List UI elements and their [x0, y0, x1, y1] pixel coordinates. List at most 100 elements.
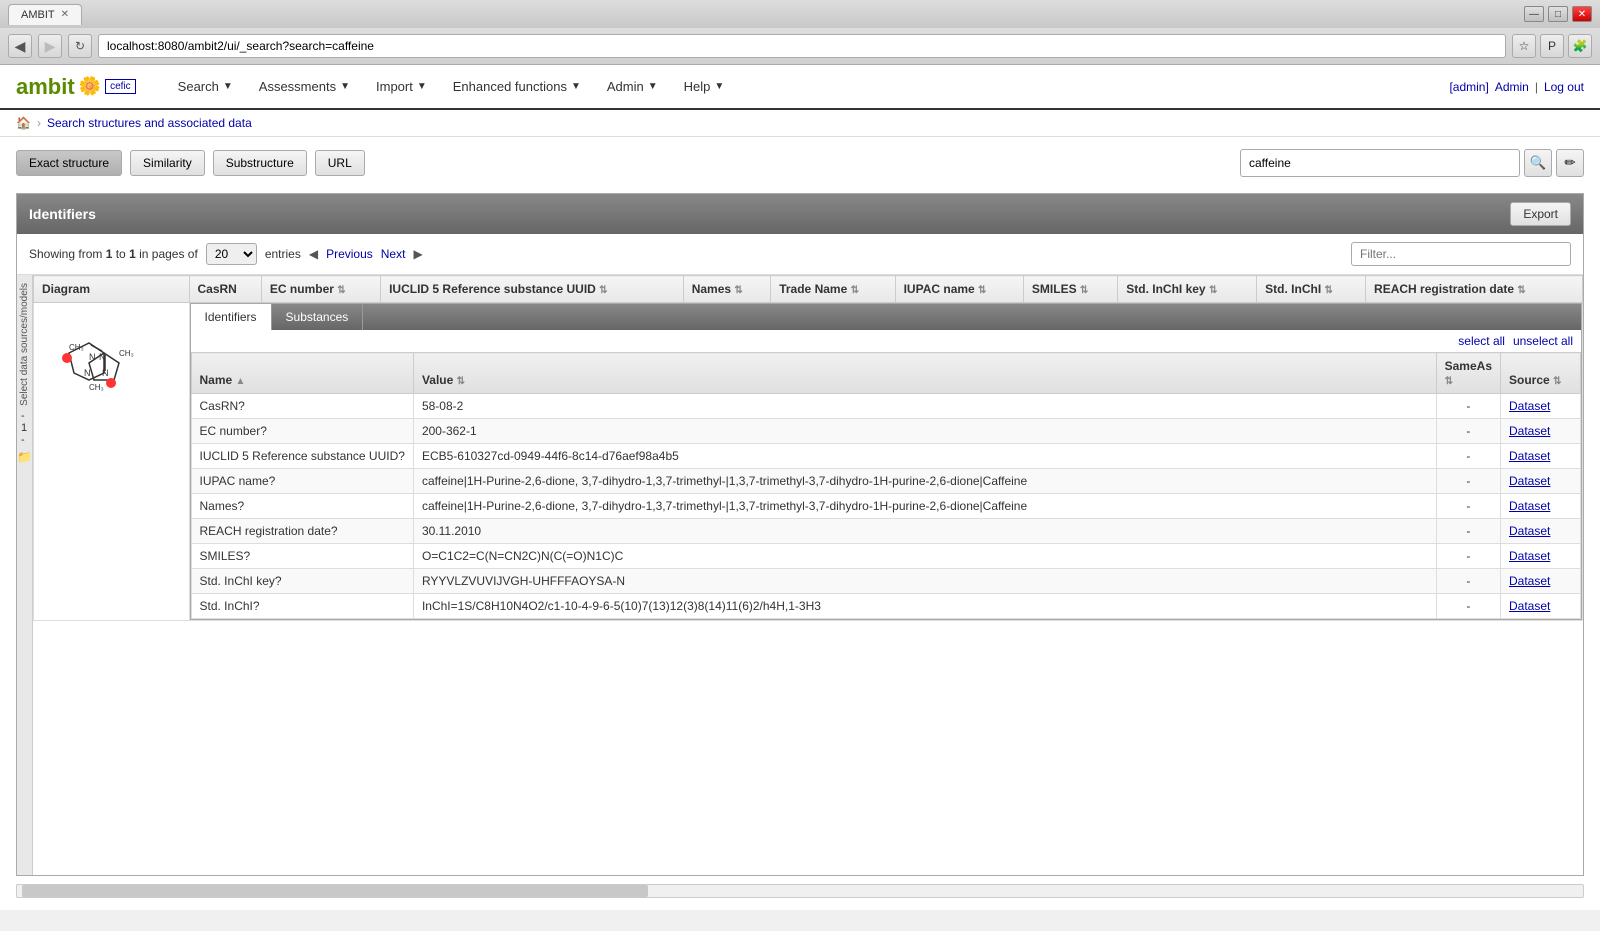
export-button[interactable]: Export [1510, 202, 1571, 226]
source-link[interactable]: Dataset [1509, 549, 1550, 563]
minimize-button[interactable]: — [1524, 6, 1544, 22]
filter-input[interactable] [1351, 242, 1571, 266]
inner-cell-name: SMILES? [191, 544, 413, 569]
nav-search[interactable]: Search ▼ [166, 73, 245, 100]
inner-table-row: CasRN?58-08-2-Dataset [191, 394, 1581, 419]
nav-import-label: Import [376, 79, 413, 94]
similarity-button[interactable]: Similarity [130, 150, 205, 176]
browser-titlebar: AMBIT ✕ — □ ✕ [0, 0, 1600, 28]
inner-cell-value: 30.11.2010 [413, 519, 1436, 544]
svg-text:CH₃: CH₃ [69, 343, 84, 352]
back-button[interactable]: ◀ [8, 34, 32, 58]
inner-cell-source: Dataset [1501, 469, 1581, 494]
exact-structure-button[interactable]: Exact structure [16, 150, 122, 176]
bracket-admin-link[interactable]: [admin] [1449, 80, 1488, 94]
source-link[interactable]: Dataset [1509, 399, 1550, 413]
inner-cell-source: Dataset [1501, 494, 1581, 519]
inner-cell-value: O=C1C2=C(N=CN2C)N(C(=O)N1C)C [413, 544, 1436, 569]
url-button[interactable]: URL [315, 150, 365, 176]
inner-col-sameas: SameAs ⇅ [1436, 353, 1500, 394]
substructure-button[interactable]: Substructure [213, 150, 307, 176]
close-button[interactable]: ✕ [1572, 6, 1592, 22]
col-diagram: Diagram [34, 276, 190, 303]
sidebar-label[interactable]: Select data sources/models [19, 283, 30, 406]
inner-cell-sameas: - [1436, 519, 1500, 544]
next-arrow-icon: ▶ [413, 247, 422, 261]
source-link[interactable]: Dataset [1509, 424, 1550, 438]
window-controls: — □ ✕ [1524, 6, 1592, 22]
browser-tab[interactable]: AMBIT ✕ [8, 4, 82, 25]
col-iuclid: IUCLID 5 Reference substance UUID ⇅ [381, 276, 684, 303]
inner-cell-source: Dataset [1501, 394, 1581, 419]
nav-import[interactable]: Import ▼ [364, 73, 439, 100]
tab-close-icon[interactable]: ✕ [61, 9, 69, 20]
nav-import-arrow: ▼ [417, 81, 427, 92]
extensions-icon[interactable]: 🧩 [1568, 34, 1592, 58]
refresh-button[interactable]: ↻ [68, 34, 92, 58]
tab-substances[interactable]: Substances [272, 304, 364, 330]
inner-table-scroll[interactable]: Name ▲ Value ⇅ SameAs ⇅ Source ⇅ [191, 352, 1582, 619]
horizontal-scrollbar[interactable] [16, 884, 1584, 898]
source-link[interactable]: Dataset [1509, 499, 1550, 513]
inner-cell-value: caffeine|1H-Purine-2,6-dione, 3,7-dihydr… [413, 469, 1436, 494]
address-bar[interactable] [98, 34, 1506, 58]
inner-cell-source: Dataset [1501, 419, 1581, 444]
nav-enhanced[interactable]: Enhanced functions ▼ [441, 73, 593, 100]
inner-cell-value: RYYVLZVUVIJVGH-UHFFFAOYSA-N [413, 569, 1436, 594]
nav-admin[interactable]: Admin ▼ [595, 73, 670, 100]
search-input[interactable] [1240, 149, 1520, 177]
source-link[interactable]: Dataset [1509, 574, 1550, 588]
nav-assessments[interactable]: Assessments ▼ [247, 73, 362, 100]
inner-table-row: Std. InChI key?RYYVLZVUVIJVGH-UHFFFAOYSA… [191, 569, 1581, 594]
source-link[interactable]: Dataset [1509, 449, 1550, 463]
source-link[interactable]: Dataset [1509, 599, 1550, 613]
source-link[interactable]: Dataset [1509, 524, 1550, 538]
inner-cell-name: Names? [191, 494, 413, 519]
page-size-select[interactable]: 20 50 100 [206, 243, 257, 265]
nav-admin-arrow: ▼ [648, 81, 658, 92]
unselect-all-link[interactable]: unselect all [1513, 334, 1573, 348]
nav-help[interactable]: Help ▼ [672, 73, 737, 100]
folder-icon[interactable]: 📁 [17, 450, 32, 464]
inner-col-source: Source ⇅ [1501, 353, 1581, 394]
select-all-link[interactable]: select all [1458, 334, 1505, 348]
edit-button[interactable]: ✏ [1556, 149, 1584, 177]
home-icon[interactable]: 🏠 [16, 116, 31, 130]
panel-title: Identifiers [29, 206, 96, 222]
inner-cell-sameas: - [1436, 569, 1500, 594]
search-submit-button[interactable]: 🔍 [1524, 149, 1552, 177]
previous-link[interactable]: Previous [326, 247, 373, 261]
forward-button[interactable]: ▶ [38, 34, 62, 58]
source-link[interactable]: Dataset [1509, 474, 1550, 488]
svg-text:O: O [62, 354, 69, 364]
horizontal-scroll[interactable]: Diagram CasRN EC number ⇅ IUCLID 5 Refer… [33, 275, 1583, 621]
left-sidebar: Select data sources/models - 1 - 📁 [17, 275, 33, 875]
tab-identifiers[interactable]: Identifiers [191, 304, 272, 330]
header-user: [admin] Admin | Log out [1449, 80, 1584, 94]
cefic-logo: cefic [105, 79, 136, 94]
inner-cell-source: Dataset [1501, 544, 1581, 569]
next-link[interactable]: Next [381, 247, 406, 261]
breadcrumb-link[interactable]: Search structures and associated data [47, 116, 252, 130]
nav-assessments-label: Assessments [259, 79, 336, 94]
inner-table-row: IUPAC name?caffeine|1H-Purine-2,6-dione,… [191, 469, 1581, 494]
admin-link[interactable]: Admin [1495, 80, 1529, 94]
inner-cell-name: IUCLID 5 Reference substance UUID? [191, 444, 413, 469]
inner-cell-name: EC number? [191, 419, 413, 444]
nav-menu: Search ▼ Assessments ▼ Import ▼ Enhanced… [166, 73, 1450, 100]
inner-col-value: Value ⇅ [413, 353, 1436, 394]
inner-cell-value: InChI=1S/C8H10N4O2/c1-10-4-9-6-5(10)7(13… [413, 594, 1436, 619]
nav-search-arrow: ▼ [223, 81, 233, 92]
profile-icon[interactable]: P [1540, 34, 1564, 58]
col-inchi: Std. InChI ⇅ [1257, 276, 1366, 303]
col-ec: EC number ⇅ [261, 276, 380, 303]
inner-cell-name: Std. InChI? [191, 594, 413, 619]
logout-link[interactable]: Log out [1544, 80, 1584, 94]
prev-arrow-icon: ◀ [309, 247, 318, 261]
inner-cell-sameas: - [1436, 394, 1500, 419]
bookmark-icon[interactable]: ☆ [1512, 34, 1536, 58]
breadcrumb: 🏠 › Search structures and associated dat… [0, 110, 1600, 137]
nav-enhanced-arrow: ▼ [571, 81, 581, 92]
search-bar: Exact structure Similarity Substructure … [16, 149, 1584, 177]
maximize-button[interactable]: □ [1548, 6, 1568, 22]
